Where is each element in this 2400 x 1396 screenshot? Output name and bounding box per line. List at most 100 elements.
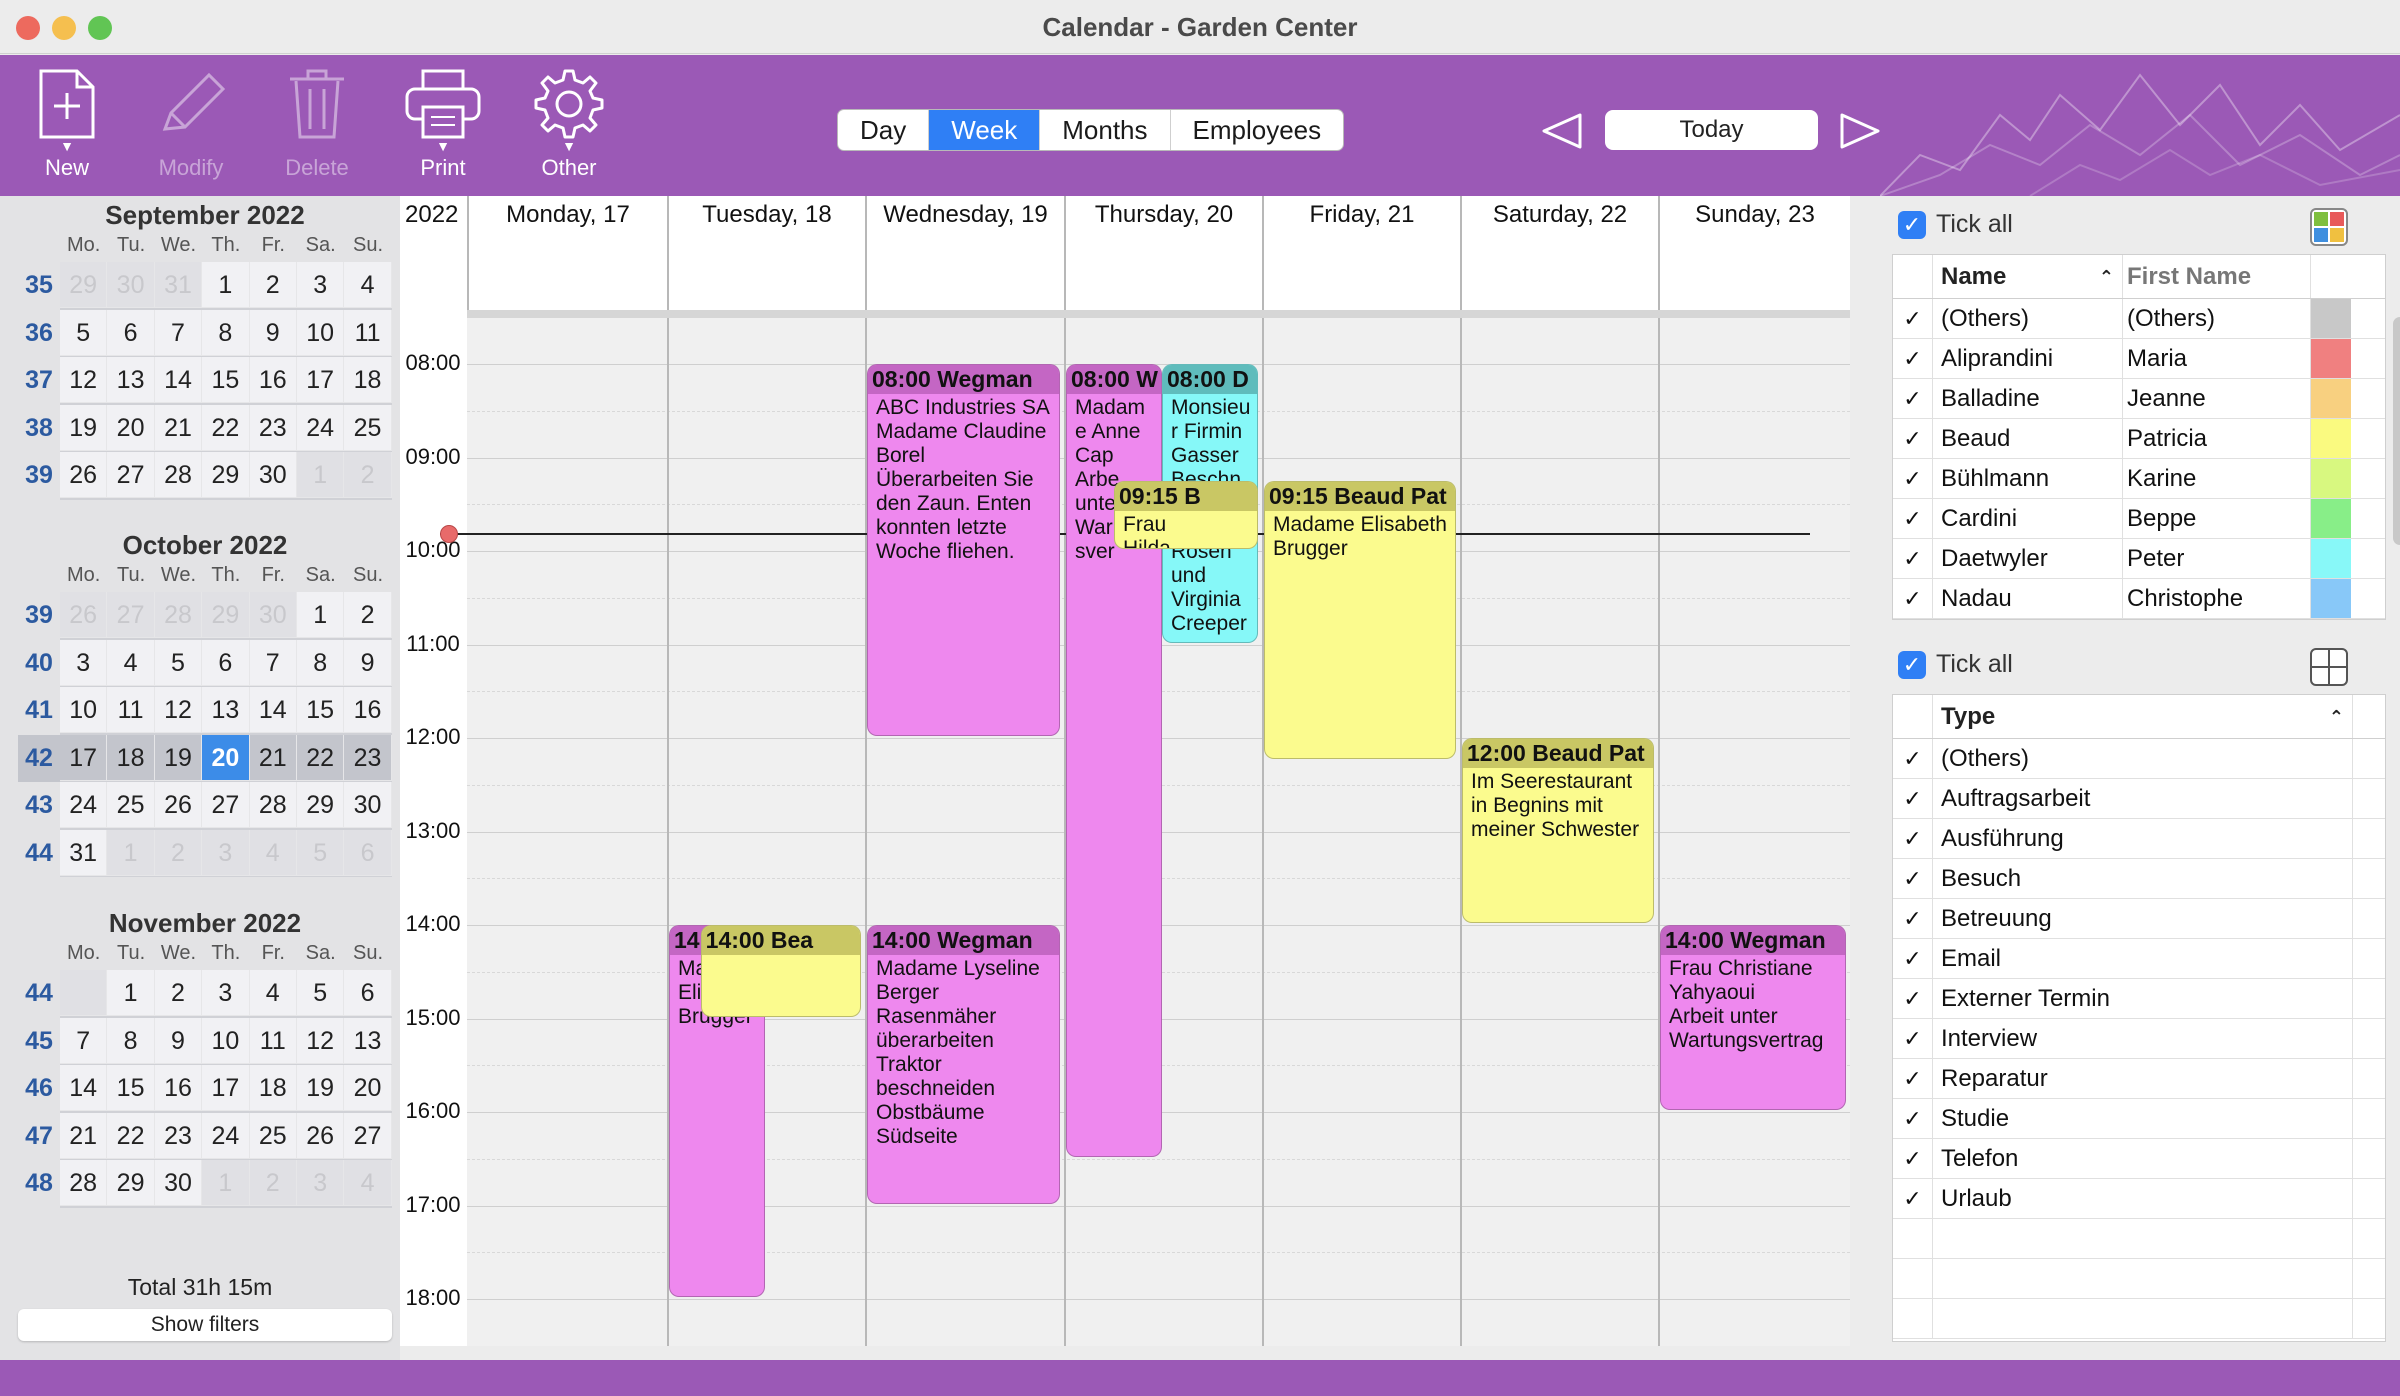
- week-number[interactable]: 46: [18, 1065, 60, 1113]
- mini-day[interactable]: 26: [296, 1112, 345, 1159]
- mini-day[interactable]: 9: [344, 639, 392, 686]
- mini-day[interactable]: [60, 970, 108, 1016]
- checkmark-icon[interactable]: ✓: [1893, 1099, 1933, 1138]
- mini-day[interactable]: 18: [249, 1065, 297, 1111]
- mini-day[interactable]: 27: [344, 1112, 392, 1159]
- mini-day[interactable]: 27: [107, 592, 155, 638]
- mini-day[interactable]: 13: [202, 687, 250, 733]
- employee-row[interactable]: ✓ Aliprandini Maria: [1893, 339, 2385, 379]
- type-row[interactable]: ✓ Reparatur: [1893, 1059, 2385, 1099]
- mini-day[interactable]: 22: [296, 734, 345, 781]
- mini-day[interactable]: 19: [60, 404, 108, 451]
- mini-day[interactable]: 3: [296, 1160, 345, 1206]
- week-number[interactable]: 38: [18, 405, 60, 453]
- mini-day[interactable]: 10: [60, 687, 108, 733]
- mini-day[interactable]: 10: [296, 309, 345, 356]
- week-number[interactable]: 42: [18, 734, 60, 782]
- mini-day[interactable]: 31: [154, 262, 203, 308]
- mini-day[interactable]: 2: [154, 829, 203, 876]
- mini-day[interactable]: 23: [344, 734, 392, 781]
- mini-day[interactable]: 14: [249, 687, 297, 733]
- mini-day[interactable]: 23: [154, 1112, 203, 1159]
- mini-day[interactable]: 25: [107, 782, 155, 828]
- today-button[interactable]: Today: [1605, 110, 1818, 150]
- week-number[interactable]: 45: [18, 1018, 60, 1066]
- mini-day[interactable]: 5: [154, 639, 203, 686]
- checkmark-icon[interactable]: ✓: [1893, 859, 1933, 898]
- mini-day[interactable]: 2: [249, 1160, 297, 1206]
- mini-day[interactable]: 15: [296, 687, 345, 733]
- other-button[interactable]: ▼ Other: [514, 67, 624, 181]
- type-row[interactable]: ✓ Interview: [1893, 1019, 2385, 1059]
- mini-day[interactable]: 29: [107, 1160, 155, 1206]
- mini-day[interactable]: 28: [154, 452, 203, 498]
- mini-day[interactable]: 16: [249, 357, 297, 403]
- mini-day[interactable]: 8: [107, 1017, 155, 1064]
- calendar-event[interactable]: 14:00 Bea: [700, 925, 861, 1017]
- calendar-event[interactable]: 09:15 Beaud Pat Madame Elisabeth Brugger: [1264, 480, 1456, 760]
- type-row[interactable]: ✓ Externer Termin: [1893, 979, 2385, 1019]
- mini-day[interactable]: 18: [107, 734, 155, 781]
- mini-day[interactable]: 18: [344, 357, 392, 403]
- week-number[interactable]: 36: [18, 310, 60, 358]
- mini-day[interactable]: 22: [202, 404, 250, 451]
- calendar-event[interactable]: 12:00 Beaud Pat Im Seerestaurant in Begnin…: [1462, 738, 1654, 923]
- view-months-tab[interactable]: Months: [1040, 110, 1171, 150]
- previous-arrow-icon[interactable]: [1540, 109, 1584, 153]
- mini-day[interactable]: 30: [107, 262, 155, 308]
- day-header[interactable]: Friday, 21: [1262, 196, 1460, 314]
- modify-button[interactable]: Modify: [136, 67, 246, 181]
- print-button[interactable]: ▼ Print: [388, 67, 498, 181]
- mini-day[interactable]: 27: [107, 452, 155, 498]
- calendar-event[interactable]: 14:00 Wegman Madame Lyseline Berger Rasenmä…: [867, 925, 1060, 1204]
- mini-day[interactable]: 17: [296, 357, 345, 403]
- mini-day[interactable]: 1: [202, 262, 250, 308]
- mini-day[interactable]: 20: [344, 1065, 392, 1111]
- color-grid-icon[interactable]: [2310, 208, 2348, 246]
- grid-icon[interactable]: [2310, 648, 2348, 686]
- mini-day[interactable]: 13: [107, 357, 155, 403]
- mini-day[interactable]: 24: [60, 782, 108, 828]
- mini-day[interactable]: 17: [202, 1065, 250, 1111]
- mini-day[interactable]: 2: [344, 592, 392, 638]
- mini-day[interactable]: 21: [60, 1112, 108, 1159]
- mini-day[interactable]: 16: [154, 1065, 203, 1111]
- mini-day[interactable]: 4: [249, 970, 297, 1016]
- calendar-event[interactable]: 14:00 Wegman Frau Christiane Yahyaoui Arbei…: [1660, 925, 1846, 1110]
- mini-day[interactable]: 28: [154, 592, 203, 638]
- week-number[interactable]: 43: [18, 782, 60, 830]
- week-number[interactable]: 39: [18, 592, 60, 640]
- checkmark-icon[interactable]: ✓: [1893, 539, 1933, 578]
- mini-day[interactable]: 4: [344, 262, 392, 308]
- mini-day[interactable]: 1: [107, 970, 155, 1016]
- mini-day[interactable]: 2: [154, 970, 203, 1016]
- mini-day-today[interactable]: 20: [202, 734, 250, 781]
- mini-day[interactable]: 3: [296, 262, 345, 308]
- type-row[interactable]: ✓ Telefon: [1893, 1139, 2385, 1179]
- mini-day[interactable]: 30: [154, 1160, 203, 1206]
- checkmark-icon[interactable]: ✓: [1893, 499, 1933, 538]
- mini-day[interactable]: 3: [202, 970, 250, 1016]
- checkmark-icon[interactable]: ✓: [1893, 1059, 1933, 1098]
- type-row[interactable]: ✓ Betreuung: [1893, 899, 2385, 939]
- mini-day[interactable]: 29: [296, 782, 345, 828]
- mini-day[interactable]: 6: [202, 639, 250, 686]
- mini-day[interactable]: 21: [154, 404, 203, 451]
- mini-day[interactable]: 14: [154, 357, 203, 403]
- col-type-header[interactable]: Type ⌃: [1933, 695, 2353, 738]
- mini-day[interactable]: 30: [344, 782, 392, 828]
- mini-day[interactable]: 1: [202, 1160, 250, 1206]
- next-arrow-icon[interactable]: [1838, 109, 1882, 153]
- checkmark-icon[interactable]: ✓: [1893, 939, 1933, 978]
- employee-row[interactable]: ✓ Bühlmann Karine: [1893, 459, 2385, 499]
- mini-day[interactable]: 11: [249, 1017, 297, 1064]
- delete-button[interactable]: Delete: [262, 67, 372, 181]
- mini-day[interactable]: 12: [60, 357, 108, 403]
- type-row[interactable]: ✓ Ausführung: [1893, 819, 2385, 859]
- mini-day[interactable]: 1: [107, 829, 155, 876]
- day-header[interactable]: Tuesday, 18: [667, 196, 865, 314]
- mini-day[interactable]: 10: [202, 1017, 250, 1064]
- calendar-event[interactable]: 09:15 B Frau Hilda: [1114, 480, 1258, 549]
- mini-day[interactable]: 3: [60, 639, 108, 686]
- mini-day[interactable]: 2: [249, 262, 297, 308]
